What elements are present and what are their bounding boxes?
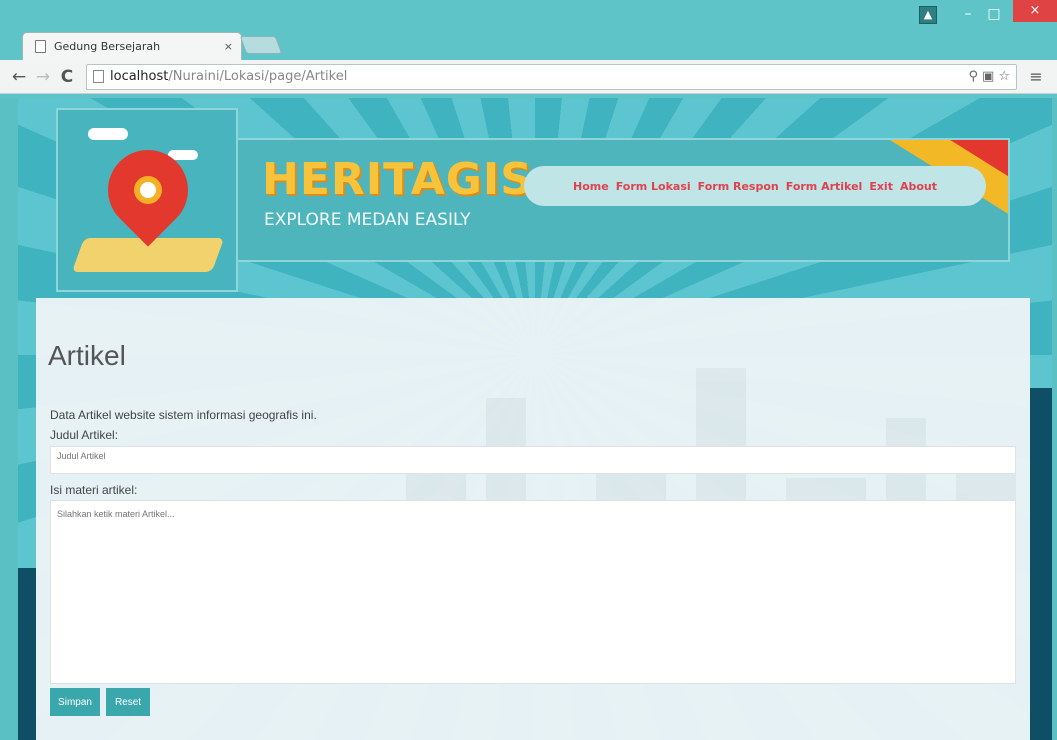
brand-tagline: EXPLORE MEDAN EASILY — [264, 210, 471, 230]
tab-close-icon[interactable]: × — [224, 40, 233, 53]
reload-icon[interactable]: C — [56, 67, 78, 87]
url-path: /Nuraini/Lokasi/page/Artikel — [168, 69, 348, 84]
omnibox-actions: ⚲ ▣ ☆ — [969, 69, 1010, 84]
back-icon[interactable]: ← — [8, 67, 30, 87]
page-viewport: HERITAGIS EXPLORE MEDAN EASILY Home Form… — [18, 98, 1052, 740]
minimize-button[interactable]: – — [955, 4, 981, 24]
isi-label: Isi materi artikel: — [50, 483, 138, 497]
page-title: Artikel — [48, 340, 126, 371]
browser-toolbar: ← → C localhost /Nuraini/Lokasi/page/Art… — [0, 60, 1057, 94]
nav-form-artikel[interactable]: Form Artikel — [786, 180, 863, 193]
window-controls: ▲ – □ × — [919, 0, 1057, 24]
brand-name: HERITAGIS — [262, 154, 533, 205]
judul-artikel-input[interactable] — [50, 446, 1016, 474]
main-nav: Home Form Lokasi Form Respon Form Artike… — [524, 166, 986, 206]
nav-home[interactable]: Home — [573, 180, 609, 193]
browser-tab[interactable]: Gedung Bersejarah × — [22, 32, 242, 60]
bookmark-star-icon[interactable]: ☆ — [998, 69, 1010, 84]
page-icon — [93, 70, 104, 83]
menu-icon[interactable]: ≡ — [1023, 67, 1049, 86]
nav-about[interactable]: About — [900, 180, 937, 193]
page-icon — [35, 40, 46, 53]
nav-form-respon[interactable]: Form Respon — [698, 180, 779, 193]
simpan-button[interactable]: Simpan — [50, 688, 100, 716]
nav-form-lokasi[interactable]: Form Lokasi — [616, 180, 691, 193]
judul-label: Judul Artikel: — [50, 428, 119, 442]
reset-button[interactable]: Reset — [106, 688, 150, 716]
content-panel: Artikel Data Artikel website sistem info… — [36, 298, 1030, 740]
close-window-button[interactable]: × — [1013, 0, 1057, 22]
user-profile-icon[interactable]: ▲ — [919, 6, 937, 24]
site-logo[interactable] — [56, 108, 238, 292]
translate-icon[interactable]: ▣ — [982, 69, 994, 84]
new-tab-button[interactable] — [239, 36, 283, 54]
decorative-strip — [1030, 388, 1052, 740]
address-bar[interactable]: localhost /Nuraini/Lokasi/page/Artikel ⚲… — [86, 63, 1017, 90]
browser-chrome: Gedung Bersejarah × ▲ – □ × ← → C localh… — [0, 0, 1057, 98]
maximize-button[interactable]: □ — [981, 4, 1007, 24]
pin-center — [134, 176, 162, 204]
cloud-graphic — [88, 128, 128, 140]
url-host: localhost — [110, 69, 169, 84]
decorative-strip — [18, 568, 36, 740]
zoom-icon[interactable]: ⚲ — [969, 69, 979, 84]
tab-title: Gedung Bersejarah — [54, 40, 161, 53]
nav-exit[interactable]: Exit — [869, 180, 893, 193]
tab-strip: Gedung Bersejarah × ▲ – □ × — [0, 0, 1057, 60]
forward-icon[interactable]: → — [32, 67, 54, 87]
isi-artikel-textarea[interactable] — [50, 500, 1016, 684]
page-description: Data Artikel website sistem informasi ge… — [50, 408, 317, 422]
